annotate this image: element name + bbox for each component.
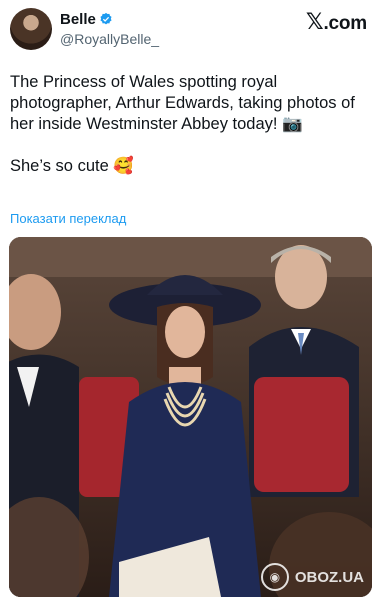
- x-logo-text: .com: [323, 13, 367, 34]
- tweet-text: The Princess of Wales spotting royal pho…: [10, 72, 369, 177]
- display-name[interactable]: Belle: [60, 11, 96, 28]
- show-translation-link[interactable]: Показати переклад: [10, 211, 126, 226]
- verified-badge-icon: [100, 12, 112, 25]
- avatar[interactable]: [10, 8, 52, 50]
- tweet-paragraph-1: The Princess of Wales spotting royal pho…: [10, 73, 355, 133]
- watermark-text: OBOZ.UA: [294, 568, 364, 586]
- oboz-logo-icon: ◉: [260, 563, 289, 591]
- author-handle[interactable]: @RoyallyBelle_: [60, 30, 159, 48]
- tweet-paragraph-2: She’s so cute 🥰: [10, 157, 134, 175]
- author-block: Belle @RoyallyBelle_: [60, 11, 159, 48]
- x-logo: 𝕏.com: [306, 9, 367, 35]
- x-logo-icon: 𝕏: [305, 9, 324, 34]
- photo-scene: [9, 237, 372, 597]
- tweet-photo[interactable]: ◉ OBOZ.UA: [9, 237, 372, 597]
- tweet-header: Belle @RoyallyBelle_ 𝕏.com: [10, 6, 367, 52]
- watermark: ◉ OBOZ.UA: [260, 563, 364, 591]
